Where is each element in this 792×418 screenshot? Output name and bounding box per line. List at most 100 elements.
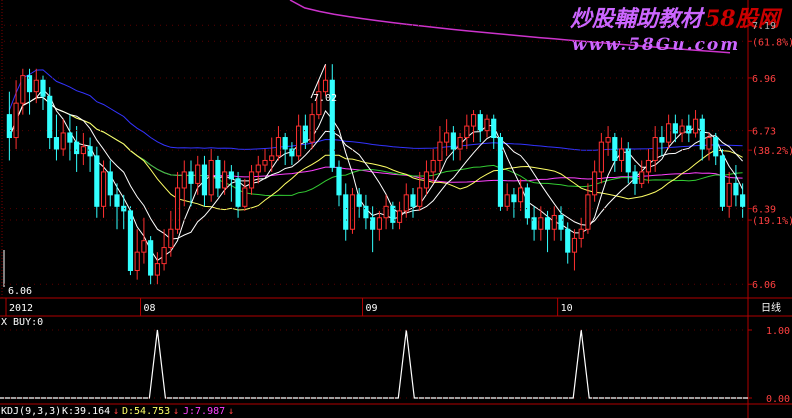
candle-down bbox=[558, 214, 564, 230]
low-label: 6.06 bbox=[8, 286, 32, 297]
kdj-d-value: D:54.753 bbox=[122, 406, 170, 417]
candle-down bbox=[47, 95, 53, 139]
candle-down bbox=[544, 217, 551, 230]
candle-down bbox=[632, 171, 638, 184]
candle-up bbox=[430, 159, 436, 173]
candle-down bbox=[740, 194, 746, 207]
candle-up bbox=[222, 171, 228, 189]
candle-down bbox=[625, 148, 631, 173]
candle-up bbox=[322, 79, 329, 93]
candle-down bbox=[565, 228, 571, 253]
candle-down bbox=[74, 141, 80, 155]
candle-up bbox=[571, 237, 578, 253]
candle-up bbox=[423, 171, 430, 189]
candle-up bbox=[551, 214, 557, 230]
watermark-title: 炒股輔助教材 bbox=[570, 6, 706, 32]
candle-up bbox=[13, 102, 19, 139]
indicator-name: X BUY:0 bbox=[1, 317, 43, 328]
candle-down bbox=[719, 155, 726, 207]
ma-blue-line bbox=[8, 69, 743, 151]
candle-up bbox=[645, 159, 652, 173]
candle-up bbox=[652, 137, 658, 161]
candle-down bbox=[343, 194, 349, 230]
kdj-j-arrow: ↓ bbox=[228, 406, 234, 417]
candle-up bbox=[141, 240, 147, 253]
price-label: 6.06 bbox=[752, 280, 776, 291]
candle-up bbox=[464, 125, 470, 139]
candle-up bbox=[60, 132, 66, 150]
time-label: 2012 bbox=[9, 303, 33, 314]
candle-up bbox=[100, 171, 107, 207]
kdj-d-arrow: ↓ bbox=[173, 406, 179, 417]
time-label: 10 bbox=[561, 303, 573, 314]
indicator-tick-label: 1.00 bbox=[766, 326, 790, 337]
stock-chart: 炒股輔助教材 58股网 www.58Gu.com 7.02 6.06 日线 7.… bbox=[0, 0, 792, 418]
candle-up bbox=[33, 79, 39, 93]
price-label: 6.96 bbox=[752, 74, 776, 85]
candle-up bbox=[154, 263, 160, 276]
candle-down bbox=[713, 137, 719, 157]
price-axis: 7.19 (61.8%) 6.96 6.73 (38.2%) 6.39(19.1%) 6.0… bbox=[4, 21, 792, 291]
candle-up bbox=[598, 141, 604, 173]
candle-down bbox=[733, 182, 739, 196]
candle-down bbox=[6, 114, 12, 139]
candle-down bbox=[370, 217, 376, 230]
candle-down bbox=[363, 205, 369, 219]
candle-up bbox=[161, 247, 167, 265]
price-label: (19.1%) bbox=[752, 216, 792, 227]
candle-down bbox=[686, 125, 692, 134]
candle-down bbox=[410, 194, 416, 207]
candle-down bbox=[94, 155, 100, 207]
candle-up bbox=[255, 164, 261, 173]
candle-down bbox=[40, 79, 46, 97]
candle-up bbox=[726, 182, 732, 207]
buy-signal-plot bbox=[0, 329, 748, 399]
candle-down bbox=[450, 132, 456, 150]
indicator-axis: 1.00 0.00 bbox=[4, 326, 790, 405]
kdj-j-value: J:7.987 bbox=[183, 406, 225, 417]
time-axis: 2012 08 09 10 bbox=[5, 298, 573, 316]
candle-down bbox=[121, 205, 127, 212]
candle-down bbox=[612, 137, 618, 161]
candle-down bbox=[67, 132, 73, 143]
candle-up bbox=[618, 148, 625, 161]
candle-up bbox=[706, 137, 712, 150]
candle-down bbox=[282, 137, 288, 150]
candle-down bbox=[87, 146, 93, 157]
candle-up bbox=[396, 210, 403, 223]
candle-down bbox=[289, 148, 295, 157]
watermark-url: www.58Gu.com bbox=[572, 35, 740, 55]
candle-down bbox=[228, 171, 234, 180]
candle-up bbox=[20, 75, 26, 104]
candle-up bbox=[578, 228, 584, 239]
candle-down bbox=[511, 194, 517, 203]
candle-up bbox=[383, 205, 389, 219]
time-label: 09 bbox=[366, 303, 378, 314]
high-label: 7.02 bbox=[313, 93, 337, 104]
indicator-tick-label: 0.00 bbox=[766, 394, 790, 405]
candle-down bbox=[188, 171, 194, 184]
kdj-label: KDJ(9,3,3) bbox=[1, 406, 61, 417]
candle-down bbox=[524, 187, 530, 219]
candle-up bbox=[679, 125, 685, 134]
candle-up bbox=[195, 164, 201, 184]
price-label: (38.2%) bbox=[752, 146, 792, 157]
buy-signal-line bbox=[0, 329, 748, 399]
candle-down bbox=[235, 178, 241, 207]
candle-up bbox=[437, 141, 443, 161]
candle-down bbox=[497, 137, 504, 207]
candle-down bbox=[699, 118, 705, 150]
candle-up bbox=[592, 171, 598, 196]
candle-up bbox=[248, 171, 255, 189]
candle-down bbox=[491, 118, 497, 139]
candle-up bbox=[518, 187, 524, 203]
period-label: 日线 bbox=[761, 301, 781, 314]
candle-down bbox=[215, 159, 221, 189]
candle-up bbox=[444, 132, 450, 143]
candle-up bbox=[80, 146, 86, 155]
candle-up bbox=[376, 217, 382, 230]
candle-up bbox=[605, 137, 611, 143]
candle-down bbox=[477, 114, 483, 132]
price-label: 6.39 bbox=[752, 205, 776, 216]
candle-up bbox=[174, 187, 181, 230]
